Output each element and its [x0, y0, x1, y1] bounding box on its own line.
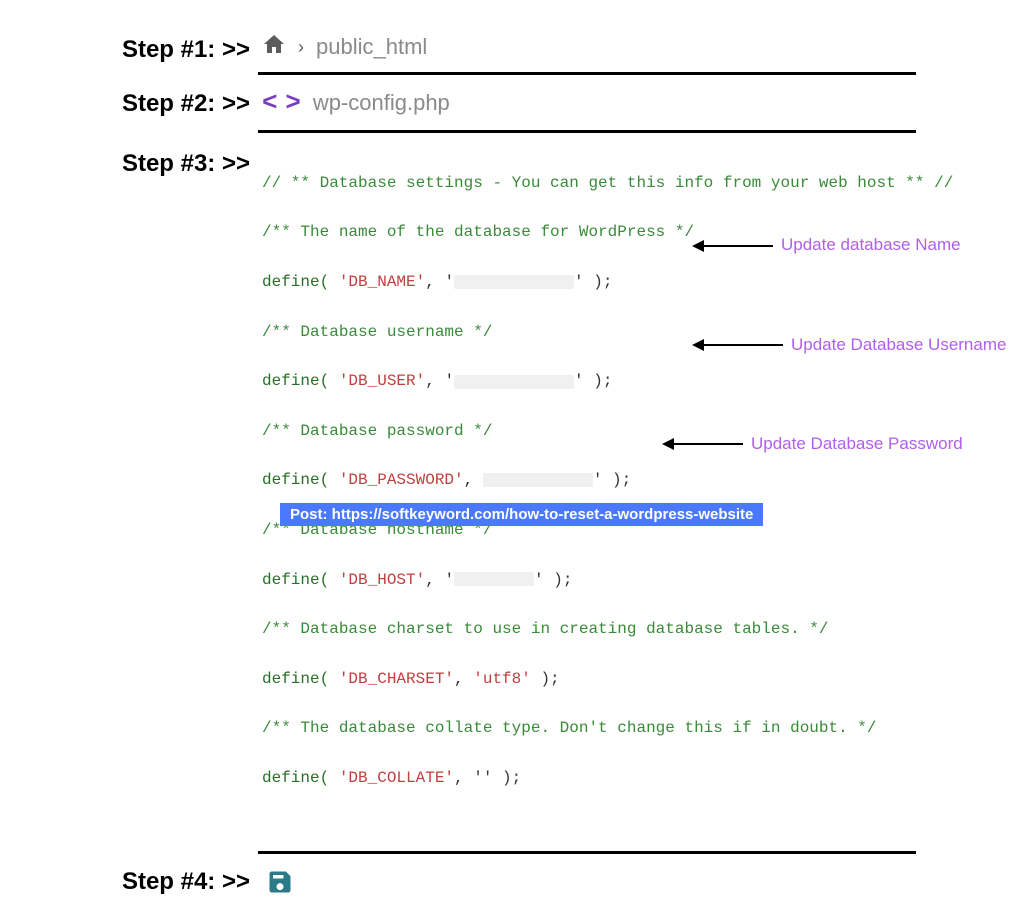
save-icon [258, 862, 1024, 901]
step-4-row: Step #4: >> [0, 862, 1024, 907]
step-2-row: Step #2: >> < > wp-config.php [0, 84, 1024, 130]
code-comment: /** Database password */ [262, 419, 492, 444]
step-2-label: Step #2: >> [0, 84, 258, 118]
annotation-arrow-2: Update Database Username [692, 332, 1006, 358]
annotation-label: Update Database Username [783, 332, 1006, 358]
code-comment: /** The database collate type. Don't cha… [262, 719, 877, 737]
divider [258, 851, 916, 854]
breadcrumb: › public_html [258, 30, 1024, 66]
divider [258, 72, 916, 75]
code-brackets-icon: < > [262, 88, 297, 118]
code-comment: // ** Database settings - You can get th… [262, 174, 953, 192]
breadcrumb-folder: public_html [316, 34, 427, 60]
redacted-value [483, 473, 593, 487]
code-comment: /** The name of the database for WordPre… [262, 220, 694, 245]
redacted-value [454, 572, 534, 586]
annotation-arrow-1: Update database Name [692, 232, 961, 258]
annotation-label: Update Database Password [743, 431, 963, 457]
step-3-label: Step #3: >> [0, 144, 258, 178]
annotation-arrow-3: Update Database Password [662, 431, 963, 457]
step-1-label: Step #1: >> [0, 30, 258, 64]
file-entry: < > wp-config.php [258, 84, 1024, 124]
annotation-label: Update database Name [773, 232, 961, 258]
step-1-row: Step #1: >> › public_html [0, 30, 1024, 72]
file-name: wp-config.php [313, 90, 450, 116]
code-block: // ** Database settings - You can get th… [258, 144, 1024, 840]
divider [258, 130, 916, 133]
redacted-value [454, 375, 574, 389]
post-link-tag: Post: https://softkeyword.com/how-to-res… [280, 503, 763, 526]
code-comment: /** Database charset to use in creating … [262, 620, 829, 638]
redacted-value [454, 275, 574, 289]
step-4-label: Step #4: >> [0, 862, 258, 896]
step-3-row: Step #3: >> // ** Database settings - Yo… [0, 144, 1024, 852]
chevron-right-icon: › [298, 37, 304, 58]
code-comment: /** Database username */ [262, 320, 492, 345]
home-icon [262, 32, 286, 62]
